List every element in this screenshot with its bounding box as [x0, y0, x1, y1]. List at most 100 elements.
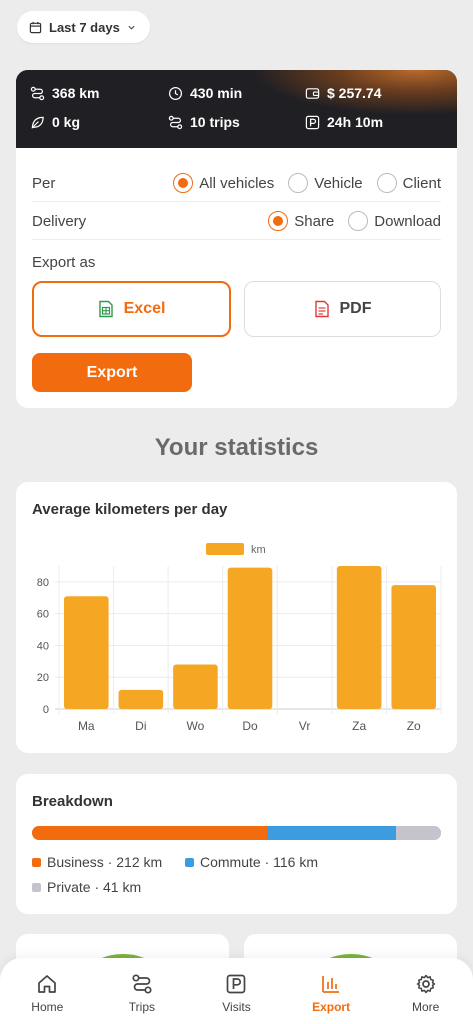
nav-visits-label: Visits: [222, 1000, 251, 1014]
wallet-icon: [305, 87, 320, 99]
parking-icon: [305, 115, 320, 129]
legend-business-label: Business · 212 km: [47, 854, 163, 870]
nav-home-label: Home: [31, 1000, 64, 1014]
pdf-button[interactable]: PDF: [244, 281, 441, 337]
nav-trips-label: Trips: [128, 1000, 155, 1014]
nav-export[interactable]: Export: [284, 958, 379, 1024]
radio-share-label: Share: [294, 212, 335, 230]
x-tick-label: Za: [352, 719, 366, 733]
export-as-row: Export as: [32, 251, 441, 273]
x-tick-label: Wo: [187, 719, 205, 733]
legend-private-label: Private · 41 km: [47, 879, 142, 895]
legend-commute-label: Commute · 116 km: [200, 854, 318, 870]
export-button[interactable]: Export: [32, 353, 192, 392]
avg-km-bar-chart: 0 20 40 60 80 Ma Di Wo Do Vr Za Zo km: [37, 543, 442, 733]
summary-cost-value: $ 257.74: [327, 85, 382, 101]
gear-icon: [416, 974, 435, 994]
clock-icon: [168, 86, 183, 100]
nav-more-label: More: [412, 1000, 440, 1014]
excel-label: Excel: [123, 300, 166, 317]
legend-swatch: [32, 857, 41, 867]
pdf-file-icon: [314, 300, 329, 318]
x-tick-label: Vr: [299, 719, 311, 733]
breakdown-bar: [32, 826, 441, 840]
legend-swatch: [206, 543, 244, 555]
excel-button[interactable]: Excel: [32, 281, 231, 337]
route-icon: [132, 974, 152, 994]
legend-label: km: [251, 544, 266, 556]
route-icon: [30, 86, 45, 100]
summary-parking-value: 24h 10m: [327, 114, 384, 130]
bottom-navigation: Home Trips Visits Export More: [0, 958, 473, 1024]
bar-Do: [227, 567, 273, 709]
radio-download-label: Download: [374, 212, 441, 230]
radio-vehicle-label: Vehicle: [314, 174, 363, 192]
summary-trips: 10 trips: [168, 114, 240, 130]
home-icon: [38, 975, 57, 993]
summary-cost: $ 257.74: [305, 85, 382, 101]
bar-Di: [118, 689, 164, 709]
summary-duration-value: 430 min: [190, 85, 243, 101]
summary-co2-value: 0 kg: [52, 114, 81, 130]
y-tick-label: 40: [37, 640, 49, 652]
breakdown-title: Breakdown: [32, 793, 113, 810]
y-tick-label: 0: [43, 704, 49, 716]
radio-vehicle[interactable]: Vehicle: [288, 173, 363, 193]
summary-distance: 368 km: [30, 85, 99, 101]
y-tick-label: 20: [37, 672, 49, 684]
legend-swatch: [32, 882, 41, 892]
legend-business: Business · 212 km: [32, 854, 162, 870]
parking-icon: [227, 974, 246, 994]
per-label: Per: [32, 174, 56, 192]
radio-client-label: Client: [402, 174, 441, 192]
export-as-label: Export as: [32, 253, 96, 271]
nav-more[interactable]: More: [378, 958, 473, 1024]
summary-duration: 430 min: [168, 85, 242, 101]
avg-km-chart-card: Average kilometers per day 0 20 40 60 80 Ma Di…: [16, 482, 457, 753]
divider: [32, 239, 441, 240]
pdf-label: PDF: [339, 300, 372, 317]
date-range-selector[interactable]: Last 7 days: [17, 11, 150, 43]
spreadsheet-icon: [98, 300, 113, 318]
nav-home[interactable]: Home: [0, 958, 95, 1024]
summary-trips-value: 10 trips: [190, 114, 240, 130]
chevron-down-icon: [128, 25, 135, 30]
segment-business: [32, 826, 267, 840]
breakdown-card: Breakdown Business · 212 km Commute · 11…: [16, 774, 457, 914]
x-tick-label: Di: [135, 719, 146, 733]
bar-Wo: [173, 664, 218, 709]
radio-share[interactable]: Share: [268, 211, 334, 231]
calendar-icon: [29, 21, 42, 33]
nav-trips[interactable]: Trips: [95, 958, 190, 1024]
radio-all-vehicles-label: All vehicles: [199, 174, 275, 192]
bar-Za: [336, 566, 382, 709]
legend-commute: Commute · 116 km: [185, 854, 318, 870]
segment-commute: [266, 826, 396, 840]
export-card: 368 km 430 min $ 257.74 0 kg 10 trips 24…: [16, 70, 457, 408]
summary-distance-value: 368 km: [52, 85, 100, 101]
radio-download[interactable]: Download: [348, 211, 441, 231]
bar-Zo: [391, 585, 436, 709]
per-row: Per All vehicles Vehicle Client: [32, 170, 441, 196]
y-tick-label: 80: [37, 577, 49, 589]
summary-parking: 24h 10m: [305, 114, 383, 130]
nav-export-label: Export: [312, 1000, 351, 1014]
x-tick-label: Ma: [78, 719, 95, 733]
leaf-icon: [31, 116, 44, 129]
radio-client[interactable]: Client: [376, 173, 441, 193]
divider: [32, 201, 441, 202]
bar-chart-icon: [322, 976, 340, 993]
legend-swatch: [185, 857, 194, 867]
bar-Ma: [64, 596, 109, 709]
x-tick-label: Do: [242, 719, 258, 733]
nav-visits[interactable]: Visits: [189, 958, 284, 1024]
route-icon: [168, 115, 183, 129]
summary-banner: 368 km 430 min $ 257.74 0 kg 10 trips 24…: [16, 70, 457, 148]
delivery-label: Delivery: [32, 212, 87, 230]
radio-all-vehicles[interactable]: All vehicles: [173, 173, 274, 193]
summary-co2: 0 kg: [30, 114, 80, 130]
y-tick-label: 60: [37, 609, 49, 621]
stats-title: Your statistics: [154, 434, 319, 461]
segment-private: [395, 826, 441, 840]
delivery-row: Delivery Share Download: [32, 208, 441, 234]
